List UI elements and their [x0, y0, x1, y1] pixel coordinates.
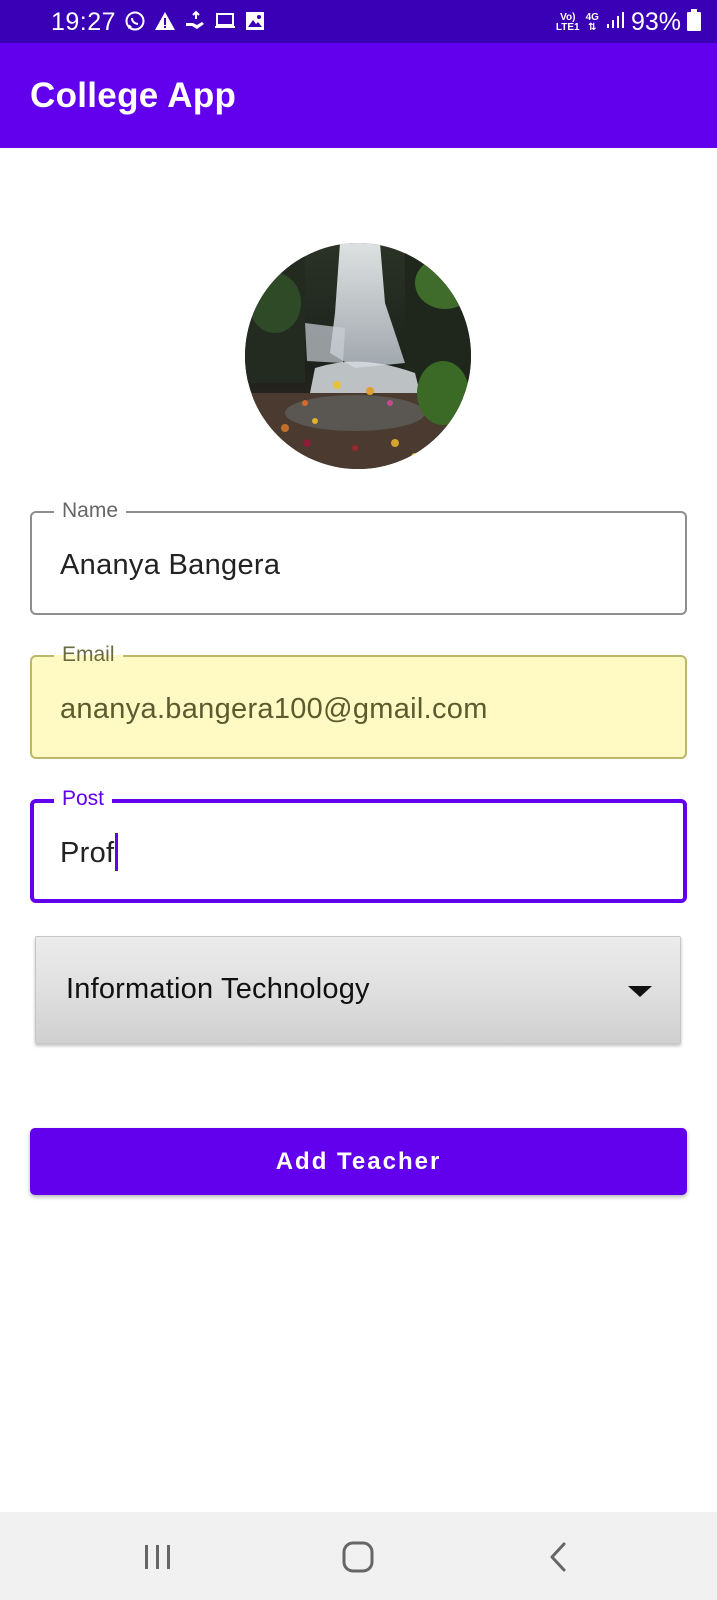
department-dropdown[interactable]: Information Technology	[35, 936, 681, 1044]
data-indicator: 4G ⇅	[585, 11, 599, 33]
name-input[interactable]: Ananya Bangera	[60, 547, 280, 583]
email-input[interactable]: ananya.bangera100@gmail.com	[60, 691, 488, 727]
add-teacher-button[interactable]: Add Teacher	[30, 1128, 687, 1195]
warning-icon	[154, 10, 176, 32]
post-value: Prof	[60, 837, 115, 869]
battery-icon	[687, 9, 701, 36]
battery-percent: 93%	[630, 8, 681, 36]
back-icon[interactable]	[540, 1539, 580, 1575]
laptop-icon	[214, 10, 236, 32]
post-label: Post	[54, 785, 113, 813]
status-time: 19:27	[51, 8, 117, 36]
volte-label: Vo)	[560, 11, 576, 23]
lte-label: LTE1	[555, 21, 580, 33]
network-type-label: 4G	[585, 11, 599, 23]
whatsapp-icon	[124, 10, 146, 32]
gallery-icon	[244, 10, 266, 32]
home-icon[interactable]	[338, 1539, 378, 1575]
data-arrows-icon: ⇅	[588, 21, 597, 33]
signal-icon	[605, 10, 625, 35]
status-bar: 19:27 Vo) LTE1 4G ⇅ 93%	[0, 0, 717, 43]
name-field[interactable]: Name Ananya Bangera	[30, 497, 687, 615]
notification-icons	[124, 10, 266, 32]
post-input[interactable]: Prof	[60, 833, 119, 873]
name-label: Name	[54, 497, 127, 525]
recent-apps-icon[interactable]	[138, 1539, 178, 1575]
dropdown-arrow-icon	[628, 986, 652, 997]
teacher-photo[interactable]	[245, 243, 471, 469]
post-field[interactable]: Post Prof	[30, 785, 687, 903]
app-bar: College App	[0, 43, 717, 148]
add-teacher-screen: 19:27 Vo) LTE1 4G ⇅ 93% College App Name…	[0, 0, 717, 1600]
system-status: Vo) LTE1 4G ⇅ 93%	[556, 8, 701, 37]
text-cursor	[115, 833, 119, 872]
app-title: College App	[30, 76, 237, 115]
email-field[interactable]: Email ananya.bangera100@gmail.com	[30, 641, 687, 759]
department-selected: Information Technology	[66, 973, 370, 1005]
email-label: Email	[54, 641, 123, 669]
hand-share-icon	[184, 10, 206, 32]
volte-indicator: Vo) LTE1	[555, 11, 580, 33]
navigation-bar	[0, 1512, 717, 1600]
